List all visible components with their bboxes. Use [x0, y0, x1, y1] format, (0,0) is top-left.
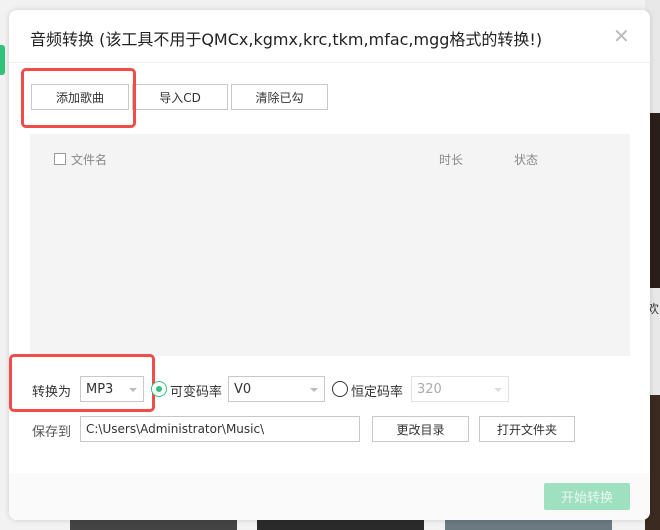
vbr-value: V0: [234, 381, 252, 397]
highlight-box: [9, 354, 155, 412]
chevron-down-icon: [310, 388, 318, 392]
cbr-select[interactable]: 320: [411, 376, 509, 402]
save-to-label: 保存到: [32, 425, 72, 440]
file-list: 文件名 时长 状态: [30, 134, 630, 356]
close-icon[interactable]: ✕: [613, 24, 630, 48]
vbr-radio[interactable]: [151, 381, 167, 397]
save-path-input[interactable]: C:\Users\Administrator\Music\: [80, 416, 360, 442]
clear-checked-button[interactable]: 清除已勾: [231, 84, 328, 110]
vbr-label: 可变码率: [170, 385, 223, 400]
highlight-box: [21, 68, 136, 128]
cbr-value: 320: [417, 381, 442, 397]
divider: [9, 62, 650, 63]
select-all-checkbox[interactable]: [54, 153, 66, 165]
vbr-select[interactable]: V0: [228, 376, 325, 402]
column-duration: 时长: [439, 153, 464, 167]
import-cd-button[interactable]: 导入CD: [132, 84, 228, 110]
change-directory-button[interactable]: 更改目录: [372, 416, 469, 442]
dialog-title: 音频转换 (该工具不用于QMCx,kgmx,krc,tkm,mfac,mgg格式…: [30, 30, 543, 49]
audio-convert-dialog: 音频转换 (该工具不用于QMCx,kgmx,krc,tkm,mfac,mgg格式…: [9, 10, 650, 520]
background-nav-indicator: [0, 45, 5, 75]
open-folder-button[interactable]: 打开文件夹: [479, 416, 575, 442]
cbr-radio[interactable]: [332, 381, 348, 397]
cbr-label: 恒定码率: [351, 385, 404, 400]
column-filename: 文件名: [71, 153, 108, 167]
chevron-down-icon: [494, 388, 502, 392]
start-convert-button[interactable]: 开始转换: [544, 483, 630, 510]
column-status: 状态: [514, 153, 539, 167]
